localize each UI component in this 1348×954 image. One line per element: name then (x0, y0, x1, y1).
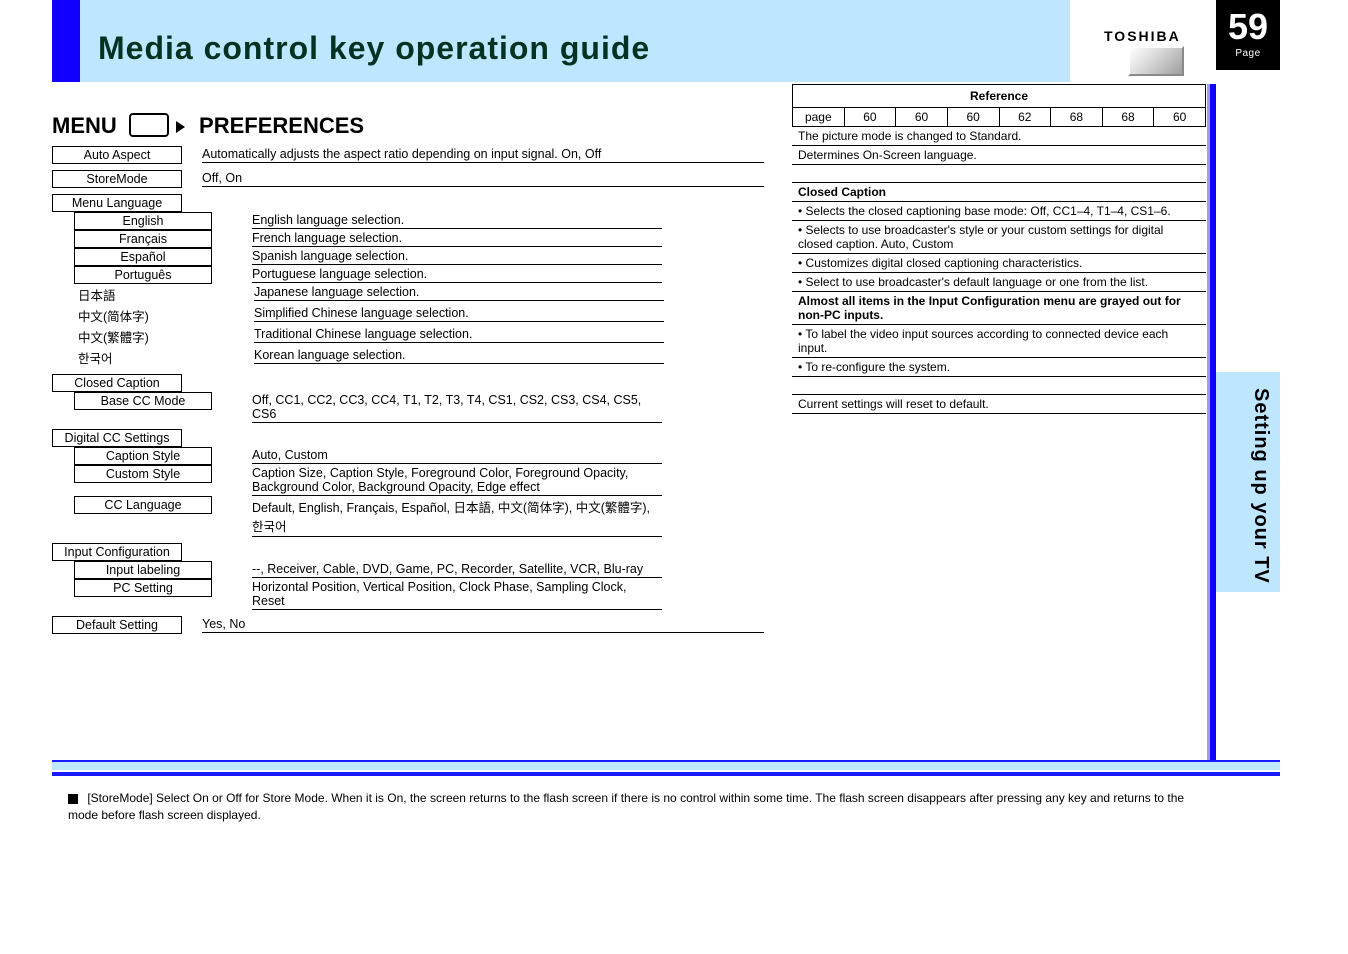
desc-lang-zh-traditional: Traditional Chinese language selection. (254, 326, 664, 343)
desc-cc-language: Default, English, Français, Español, 日本語… (252, 496, 662, 537)
menu-tree: Auto Aspect Automatically adjusts the asp… (52, 146, 764, 634)
item-closed-caption: Closed Caption (52, 374, 182, 392)
desc-lang-english: English language selection. (252, 212, 662, 229)
crumb-menu: MENU (52, 113, 117, 138)
info-cc-d: Select to use broadcaster's default lang… (792, 273, 1206, 292)
page-cell: 60 (845, 108, 897, 127)
right-edge-rule (1210, 84, 1216, 764)
bottom-rule-blue (52, 772, 1280, 776)
bottom-rule-cyan (52, 760, 1280, 770)
desc-lang-portuguese: Portuguese language selection. (252, 266, 662, 283)
footnote-text: [StoreMode] Select On or Off for Store M… (68, 791, 1184, 822)
cc-language: CC Language (74, 496, 212, 514)
item-storemode: StoreMode (52, 170, 182, 188)
lang-portuguese: Português (74, 266, 212, 284)
input-labeling: Input labeling (74, 561, 212, 579)
footnote-bullet-icon (68, 794, 78, 804)
info-picture-mode: The picture mode is changed to Standard. (792, 127, 1206, 146)
header-accent-bar (52, 0, 80, 82)
lang-french: Français (74, 230, 212, 248)
reference-page-grid: page 60 60 60 62 68 68 60 (792, 108, 1206, 127)
lang-japanese: 日本語 (76, 284, 214, 305)
desc-lang-korean: Korean language selection. (254, 347, 664, 364)
page-badge-number: 59 (1216, 0, 1280, 48)
cc-custom-style: Custom Style (74, 465, 212, 483)
info-input-heading: Almost all items in the Input Configurat… (792, 292, 1206, 325)
page-cell: 68 (1051, 108, 1103, 127)
desc-lang-japanese: Japanese language selection. (254, 284, 664, 301)
page-cell: 62 (1000, 108, 1052, 127)
desc-lang-spanish: Spanish language selection. (252, 248, 662, 265)
crumb-preferences: PREFERENCES (199, 113, 364, 138)
brand-name: TOSHIBA (1104, 28, 1181, 44)
page-cell: 60 (1154, 108, 1206, 127)
desc-cc-custom-style: Caption Size, Caption Style, Foreground … (252, 465, 662, 496)
page-cell: 60 (896, 108, 948, 127)
info-input-a: To label the video input sources accordi… (792, 325, 1206, 358)
info-cc-a: Selects the closed captioning base mode:… (792, 202, 1206, 221)
pc-setting: PC Setting (74, 579, 212, 597)
info-default: Current settings will reset to default. (792, 395, 1206, 414)
info-input-b: To re-configure the system. (792, 358, 1206, 377)
page-badge: 59 Page (1216, 0, 1280, 70)
reference-heading: Reference (792, 84, 1206, 108)
desc-lang-french: French language selection. (252, 230, 662, 247)
cc-caption-style: Caption Style (74, 447, 212, 465)
lang-english: English (74, 212, 212, 230)
desc-cc-caption-style: Auto, Custom (252, 447, 662, 464)
desc-cc-base-mode: Off, CC1, CC2, CC3, CC4, T1, T2, T3, T4,… (252, 392, 662, 423)
info-menu-lang: Determines On-Screen language. (792, 146, 1206, 165)
arrow-box-icon (129, 113, 169, 137)
item-digital-cc: Digital CC Settings (52, 429, 182, 447)
desc-input-labeling: --, Receiver, Cable, DVD, Game, PC, Reco… (252, 561, 662, 578)
lang-korean: 한국어 (76, 347, 214, 368)
desc-default-setting: Yes, No (202, 616, 764, 633)
page-cell: 68 (1103, 108, 1155, 127)
desc-auto-aspect: Automatically adjusts the aspect ratio d… (202, 146, 764, 163)
footnote: [StoreMode] Select On or Off for Store M… (68, 790, 1188, 824)
item-auto-aspect: Auto Aspect (52, 146, 182, 164)
chevron-right-icon (171, 118, 193, 136)
item-menu-language: Menu Language (52, 194, 182, 212)
desc-storemode: Off, On (202, 170, 764, 187)
page-cell: page (793, 108, 845, 127)
info-cc-heading: Closed Caption (792, 183, 1206, 202)
page-cell: 60 (948, 108, 1000, 127)
info-cc-c: Customizes digital closed captioning cha… (792, 254, 1206, 273)
item-default-setting: Default Setting (52, 616, 182, 634)
lang-zh-simplified: 中文(简体字) (76, 305, 214, 326)
cc-base-mode: Base CC Mode (74, 392, 212, 410)
side-tab-label: Setting up your TV (1249, 388, 1272, 584)
info-spacer2 (792, 377, 1206, 395)
breadcrumb: MENU PREFERENCES (52, 113, 364, 141)
info-cc-b: Selects to use broadcaster's style or yo… (792, 221, 1206, 254)
page-badge-label: Page (1216, 48, 1280, 59)
lang-zh-traditional: 中文(繁體字) (76, 326, 214, 347)
brand-bevel-icon (1128, 46, 1184, 76)
desc-pc-setting: Horizontal Position, Vertical Position, … (252, 579, 662, 610)
section-title: Media control key operation guide (98, 30, 650, 67)
desc-lang-zh-simplified: Simplified Chinese language selection. (254, 305, 664, 322)
item-input-config: Input Configuration (52, 543, 182, 561)
info-spacer (792, 165, 1206, 183)
reference-panel: Reference page 60 60 60 62 68 68 60 The … (792, 84, 1206, 414)
lang-spanish: Español (74, 248, 212, 266)
